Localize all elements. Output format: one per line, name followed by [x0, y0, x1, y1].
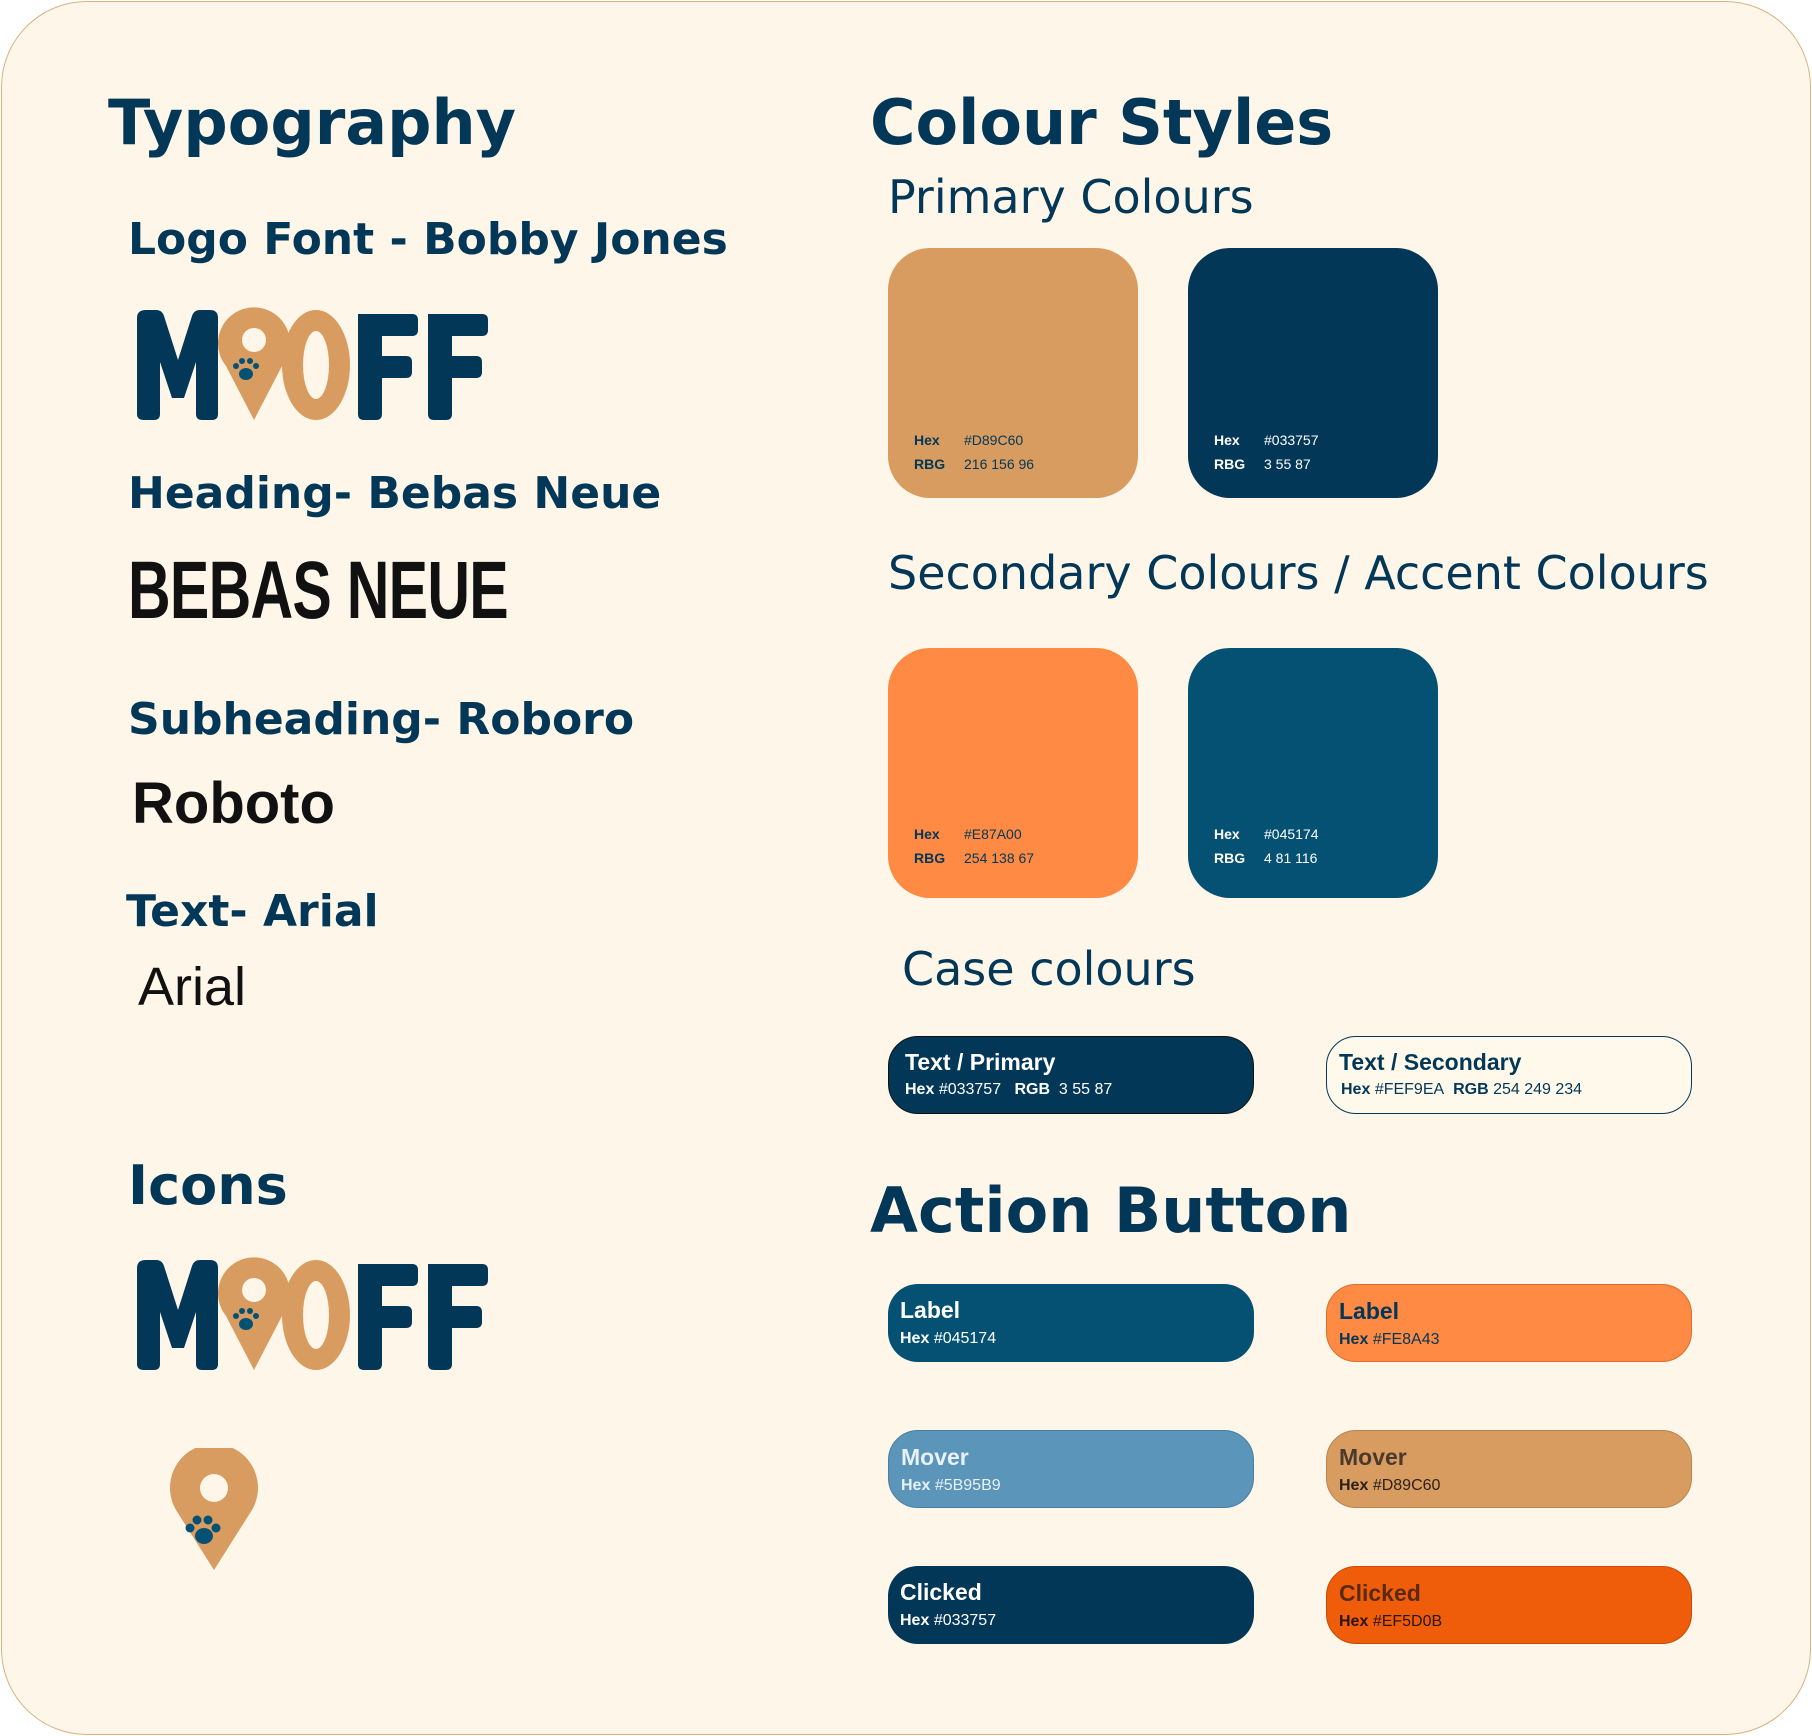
case-text-primary: Text / Primary Hex #033757 RGB 3 55 87 [888, 1036, 1254, 1114]
hex-value: #033757 [938, 1081, 1002, 1098]
button-label: Mover [901, 1444, 969, 1470]
mooff-logo-icon [132, 1252, 512, 1372]
hex-value: #FEF9EA [1374, 1081, 1445, 1098]
hex-value: #FE8A43 [1372, 1331, 1440, 1348]
mooff-logo-graphic [137, 307, 488, 420]
subheading-font-sample: Roboto [132, 771, 335, 836]
hex-key: Hex [914, 432, 940, 448]
case-text-secondary: Text / Secondary Hex #FEF9EA RGB 254 249… [1326, 1036, 1692, 1114]
rgb-value: 3 55 87 [1264, 456, 1311, 472]
hex-key: Hex [1341, 1081, 1371, 1098]
hex-key: Hex [1214, 826, 1240, 842]
case-title: Text / Primary [905, 1049, 1056, 1075]
primary-colours-title: Primary Colours [888, 170, 1254, 224]
case-colours-title: Case colours [902, 942, 1196, 996]
icons-title: Icons [128, 1154, 288, 1217]
text-font-sample: Arial [138, 957, 247, 1017]
rgb-key: RGB [1453, 1081, 1489, 1098]
rgb-value: 254 249 234 [1493, 1081, 1583, 1098]
button-clicked-navy[interactable]: Clicked Hex #033757 [888, 1566, 1254, 1644]
rgb-key: RBG [1214, 850, 1246, 866]
colour-styles-title: Colour Styles [870, 86, 1334, 159]
button-label: Label [900, 1297, 961, 1323]
rgb-value: 254 138 67 [964, 850, 1035, 866]
swatch-secondary-blue: Hex #045174 RBG 4 81 116 [1188, 648, 1438, 898]
button-clicked-orange[interactable]: Clicked Hex #EF5D0B [1326, 1566, 1692, 1644]
mooff-logo [132, 302, 512, 422]
rgb-key: RBG [914, 850, 946, 866]
paw-pin-icon [170, 1448, 258, 1570]
button-label-orange[interactable]: Label Hex #FE8A43 [1326, 1284, 1692, 1362]
hex-key: Hex [1339, 1477, 1369, 1494]
button-mover-blue[interactable]: Mover Hex #5B95B9 [888, 1430, 1254, 1508]
hex-key: Hex [900, 1330, 930, 1347]
case-title: Text / Secondary [1339, 1049, 1522, 1075]
hex-key: Hex [914, 826, 940, 842]
hex-key: Hex [900, 1612, 930, 1629]
button-mover-tan[interactable]: Mover Hex #D89C60 [1326, 1430, 1692, 1508]
hex-key: Hex [905, 1081, 935, 1098]
hex-key: Hex [901, 1477, 931, 1494]
rgb-value: 3 55 87 [1058, 1081, 1113, 1098]
heading-font-sample: BEBAS NEUE [128, 545, 509, 636]
swatch-primary-navy: Hex #033757 RBG 3 55 87 [1188, 248, 1438, 498]
button-label: Label [1339, 1298, 1400, 1324]
rgb-key: RGB [1014, 1081, 1051, 1098]
hex-value: #D89C60 [964, 432, 1024, 448]
button-label: Clicked [1339, 1580, 1421, 1606]
text-font-label: Text- Arial [126, 886, 379, 937]
swatch-secondary-orange: Hex #E87A00 RBG 254 138 67 [888, 648, 1138, 898]
subheading-font-label: Subheading- Roboro [128, 694, 635, 745]
hex-value: #EF5D0B [1372, 1613, 1443, 1630]
hex-value: #045174 [1264, 826, 1319, 842]
hex-key: Hex [1214, 432, 1240, 448]
button-label: Mover [1339, 1444, 1407, 1470]
hex-key: Hex [1339, 1331, 1369, 1348]
rgb-value: 4 81 116 [1264, 850, 1318, 866]
hex-value: #D89C60 [1372, 1477, 1441, 1494]
button-label: Clicked [900, 1579, 982, 1605]
hex-value: #5B95B9 [934, 1477, 1001, 1494]
style-guide-board: Typography Logo Font - Bobby Jones Headi… [1, 1, 1811, 1735]
secondary-colours-title: Secondary Colours / Accent Colours [888, 546, 1709, 600]
logo-font-label: Logo Font - Bobby Jones [128, 214, 728, 265]
hex-value: #033757 [933, 1612, 997, 1629]
hex-value: #045174 [933, 1330, 997, 1347]
hex-key: Hex [1339, 1613, 1369, 1630]
hex-value: #E87A00 [964, 826, 1022, 842]
hex-value: #033757 [1264, 432, 1319, 448]
rgb-value: 216 156 96 [964, 456, 1035, 472]
typography-title: Typography [108, 86, 517, 159]
heading-font-label: Heading- Bebas Neue [128, 468, 662, 519]
swatch-primary-tan: Hex #D89C60 RBG 216 156 96 [888, 248, 1138, 498]
rgb-key: RBG [914, 456, 946, 472]
rgb-key: RBG [1214, 456, 1246, 472]
action-button-title: Action Button [870, 1174, 1352, 1247]
button-label-blue[interactable]: Label Hex #045174 [888, 1284, 1254, 1362]
mooff-logo-icon-graphic [137, 1257, 488, 1370]
